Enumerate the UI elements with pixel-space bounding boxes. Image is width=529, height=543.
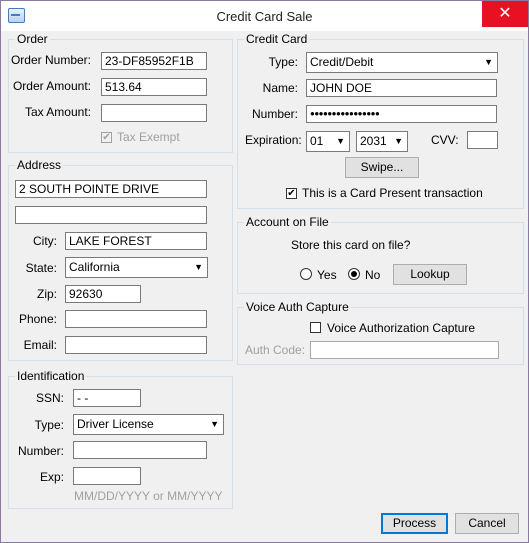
zip-label: Zip: (36, 287, 57, 301)
chevron-down-icon: ▼ (336, 136, 345, 146)
card-present-label: This is a Card Present transaction (302, 186, 483, 200)
card-present-checkbox[interactable]: ✔ (286, 188, 297, 199)
phone-label: Phone: (18, 312, 57, 326)
state-dropdown[interactable]: California ▼ (65, 257, 208, 278)
address-line2-field[interactable] (15, 206, 207, 224)
credit-card-group: Credit Card Type: Credit/Debit ▼ Name: J… (237, 32, 524, 209)
id-type-label: Type: (34, 418, 64, 432)
cvv-field[interactable] (467, 131, 498, 149)
exp-month-value: 01 (310, 134, 324, 148)
id-exp-label: Exp: (39, 470, 64, 484)
credit-card-legend: Credit Card (244, 32, 310, 46)
card-type-value: Credit/Debit (310, 55, 374, 69)
chevron-down-icon: ▼ (484, 57, 493, 67)
id-number-field[interactable] (73, 441, 207, 459)
voice-auth-legend: Voice Auth Capture (244, 300, 351, 314)
order-amount-field[interactable]: 513.64 (101, 78, 207, 96)
tax-amount-field[interactable] (101, 104, 207, 122)
address-legend: Address (15, 158, 64, 172)
id-type-dropdown[interactable]: Driver License ▼ (73, 414, 224, 435)
checkmark-icon: ✔ (287, 188, 296, 199)
voice-auth-group: Voice Auth Capture Voice Authorization C… (237, 300, 524, 365)
order-legend: Order (15, 32, 50, 46)
identification-legend: Identification (15, 369, 87, 383)
order-amount-label: Order Amount: (12, 79, 91, 93)
email-field[interactable] (65, 336, 207, 354)
id-exp-field[interactable] (73, 467, 141, 485)
checkmark-icon: ✔ (102, 132, 111, 143)
auth-code-field[interactable] (310, 341, 499, 359)
cvv-label: CVV: (431, 133, 459, 147)
voice-auth-checkbox[interactable] (310, 322, 321, 333)
store-yes-radio[interactable] (300, 268, 312, 280)
card-name-label: Name: (262, 81, 298, 95)
lookup-button[interactable]: Lookup (393, 264, 467, 285)
swipe-button[interactable]: Swipe... (345, 157, 419, 178)
city-label: City: (33, 234, 57, 248)
card-name-field[interactable]: JOHN DOE (306, 79, 497, 97)
ssn-label: SSN: (35, 391, 64, 405)
card-type-dropdown[interactable]: Credit/Debit ▼ (306, 52, 498, 73)
card-type-label: Type: (268, 55, 298, 69)
chevron-down-icon: ▼ (210, 419, 219, 429)
store-card-question: Store this card on file? (291, 238, 411, 252)
store-no-radio[interactable] (348, 268, 360, 280)
exp-year-value: 2031 (360, 134, 387, 148)
cancel-button[interactable]: Cancel (455, 513, 519, 534)
account-on-file-group: Account on File Store this card on file?… (237, 215, 524, 294)
process-button[interactable]: Process (381, 513, 448, 534)
exp-month-dropdown[interactable]: 01 ▼ (306, 131, 350, 152)
window-title: Credit Card Sale (216, 9, 313, 24)
zip-field[interactable]: 92630 (65, 285, 141, 303)
title-bar: Credit Card Sale ✕ (1, 1, 528, 31)
city-field[interactable]: LAKE FOREST (65, 232, 207, 250)
exp-year-dropdown[interactable]: 2031 ▼ (356, 131, 408, 152)
order-group: Order Order Number: 23-DF85952F1B Order … (8, 32, 233, 153)
account-on-file-legend: Account on File (244, 215, 331, 229)
order-number-field[interactable]: 23-DF85952F1B (101, 52, 207, 70)
auth-code-label: Auth Code: (245, 343, 306, 357)
email-label: Email: (23, 338, 57, 352)
phone-field[interactable] (65, 310, 207, 328)
id-number-label: Number: (17, 444, 64, 458)
id-type-value: Driver License (77, 417, 154, 431)
address-group: Address 2 SOUTH POINTE DRIVE City: LAKE … (8, 158, 233, 361)
tax-exempt-label: Tax Exempt (117, 130, 180, 144)
tax-amount-label: Tax Amount: (24, 105, 91, 119)
address-line1-field[interactable]: 2 SOUTH POINTE DRIVE (15, 180, 207, 198)
id-exp-hint: MM/DD/YYYY or MM/YYYY (74, 489, 223, 503)
credit-card-sale-window: Credit Card Sale ✕ Order Order Number: 2… (0, 0, 529, 543)
card-number-mask: ●●●●●●●●●●●●●●●● (310, 109, 380, 118)
state-value: California (69, 260, 120, 274)
voice-auth-checkbox-label: Voice Authorization Capture (327, 321, 476, 335)
identification-group: Identification SSN: - - Type: Driver Lic… (8, 369, 233, 509)
order-number-label: Order Number: (10, 53, 91, 67)
state-label: State: (25, 261, 57, 275)
card-number-field[interactable]: ●●●●●●●●●●●●●●●● (306, 105, 497, 123)
store-no-label: No (365, 268, 381, 282)
tax-exempt-checkbox[interactable]: ✔ (101, 132, 112, 143)
chevron-down-icon: ▼ (194, 262, 203, 272)
expiration-label: Expiration: (245, 133, 302, 147)
close-button[interactable]: ✕ (482, 1, 528, 27)
ssn-field[interactable]: - - (73, 389, 141, 407)
chevron-down-icon: ▼ (394, 136, 403, 146)
card-number-label: Number: (251, 107, 298, 121)
store-yes-label: Yes (317, 268, 337, 282)
